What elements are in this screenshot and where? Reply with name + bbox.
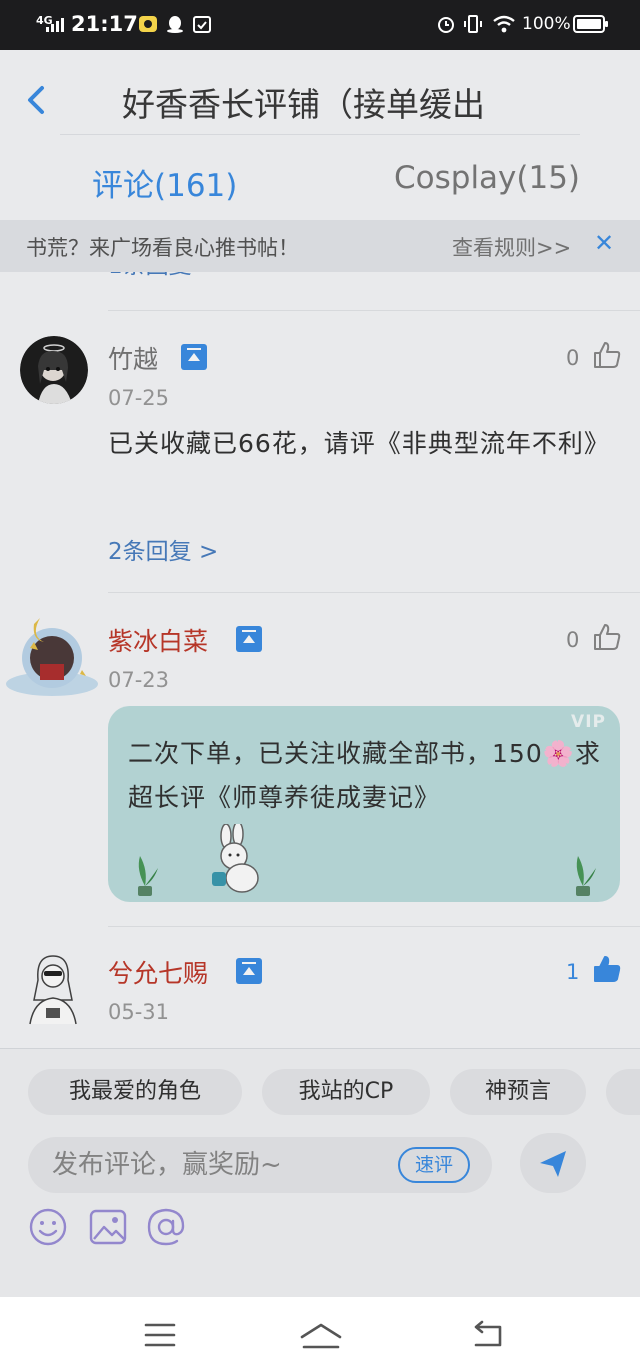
wifi-icon [493,15,515,33]
at-icon[interactable] [146,1207,186,1247]
app-content: 好香香长评铺（接单缓出 评论(161) Cosplay(15) 书荒？来广场看良… [0,50,640,1297]
vibrate-icon [464,15,482,33]
reply-link[interactable]: 1条回复 > [108,272,218,280]
comment-text[interactable]: 已关收藏已66花，请评《非典型流年不利》 [108,422,628,466]
thumbs-up-icon[interactable] [592,340,622,370]
plant-icon [576,856,596,896]
calendar-check-icon [193,16,211,33]
notice-banner[interactable]: 书荒？来广场看良心推书帖！ 查看规则>> ✕ [0,220,640,272]
divider [108,592,640,593]
reply-link[interactable]: 2条回复 > [108,532,218,566]
tab-bar: 评论(161) Cosplay(15) [0,150,640,220]
avatar[interactable] [4,612,100,708]
thumbs-up-icon[interactable] [592,954,622,984]
tab-comments[interactable]: 评论(161) [92,160,237,205]
vip-tag: VIP [571,712,606,732]
page-title: 好香香长评铺（接单缓出 [122,85,485,124]
comment-composer: 我最爱的角色 我站的CP 神预言 速评 [0,1048,640,1297]
status-bar: 4G 21:17 100% [0,0,640,50]
comment-list[interactable]: 1条回复 > 竹越 0 07-25 已关收藏已66花，请评《非典型流年不利》 2… [0,272,640,1052]
view-rules-link[interactable]: 查看规则>> [452,232,571,262]
avatar[interactable] [20,950,86,1026]
like-count: 0 [566,628,580,652]
topic-chip[interactable]: 我最爱的角色 [28,1069,242,1115]
top-badge-icon [236,626,262,652]
topic-chip[interactable]: 神预言 [450,1069,586,1115]
qq-icon [167,16,183,33]
comment-date: 07-23 [108,668,170,692]
system-nav-bar [0,1297,640,1372]
image-icon[interactable] [88,1207,128,1247]
user-name[interactable]: 紫冰白菜 [108,622,208,658]
comment-text: 二次下单，已关注收藏全部书，150🌸求超长评《师尊养徒成妻记》 [128,739,601,812]
emoji-icon[interactable] [28,1207,68,1247]
banner-text: 书荒？来广场看良心推书帖！ [26,236,299,260]
battery-icon [573,15,608,33]
back-button[interactable] [16,78,56,122]
header: 好香香长评铺（接单缓出 [0,50,640,150]
comment-date: 07-25 [108,386,170,410]
divider [108,926,640,927]
top-badge-icon [181,344,207,370]
top-badge-icon [236,958,262,984]
tab-cosplay[interactable]: Cosplay(15) [394,160,580,196]
close-banner-button[interactable]: ✕ [594,229,614,257]
menu-icon[interactable] [140,1317,180,1353]
signal-icon [46,16,66,32]
back-nav-icon[interactable] [468,1317,508,1353]
user-name[interactable]: 竹越 [108,340,158,376]
battery-percent: 100% [522,14,571,34]
plant-icon [138,856,158,896]
comment-date: 05-31 [108,1000,170,1024]
home-icon[interactable] [298,1317,344,1353]
quick-review-button[interactable]: 速评 [398,1147,470,1183]
header-divider [60,134,580,135]
alarm-icon [438,17,454,33]
send-button[interactable] [520,1133,586,1193]
user-name[interactable]: 兮允七赐 [108,954,208,990]
avatar[interactable] [20,336,88,404]
topic-chip[interactable]: 我站的CP [262,1069,430,1115]
clock: 21:17 [71,12,138,36]
thumbs-up-icon[interactable] [592,622,622,652]
bunny-icon [212,824,259,893]
topic-chip-partial[interactable] [606,1069,640,1115]
divider [108,310,640,311]
like-count: 0 [566,346,580,370]
vip-comment-card[interactable]: VIP 二次下单，已关注收藏全部书，150🌸求超长评《师尊养徒成妻记》 [108,706,620,902]
app-notification-icon [139,16,157,32]
like-count: 1 [566,960,580,984]
